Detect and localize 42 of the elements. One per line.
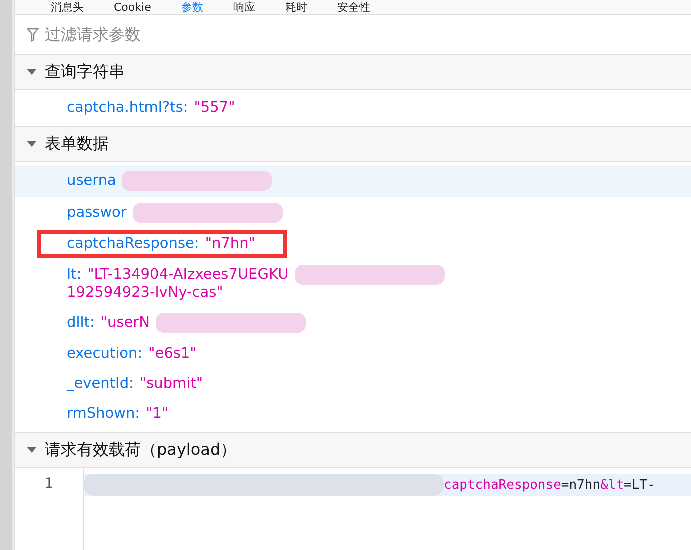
payload-text: captchaResponse=n7hn&lt=LT- [444, 478, 656, 492]
section-title: 查询字符串 [45, 62, 125, 82]
tab[interactable]: 耗时 [279, 0, 314, 14]
tab[interactable]: 安全性 [331, 0, 376, 14]
section-title: 请求有效载荷（payload） [45, 440, 237, 460]
filter-icon [27, 28, 39, 42]
section-header[interactable]: 请求有效载荷（payload） [15, 433, 691, 468]
param-key: lt: [67, 267, 82, 283]
param-row[interactable]: lt: "LT-134904-AIzxees7UEGKU 192594923-lvNy-cas" [15, 259, 691, 307]
param-key: captcha.html?ts: [67, 100, 188, 116]
filter-field[interactable]: 过滤请求参数 [43, 24, 691, 45]
param-value: "submit" [140, 376, 204, 392]
section-header[interactable]: 表单数据 [15, 127, 691, 162]
param-row[interactable]: rmShown: "1" [15, 399, 691, 429]
param-value: "e6s1" [148, 346, 197, 362]
param-key: captchaResponse: [67, 236, 200, 252]
param-value: "1" [146, 406, 169, 422]
param-key: _eventId: [67, 376, 134, 392]
param-row[interactable]: dllt: "userN [15, 307, 691, 339]
section-title: 表单数据 [45, 134, 109, 154]
tab[interactable]: 参数 [175, 0, 210, 14]
tab[interactable]: Cookie [108, 0, 158, 14]
param-key: dllt: [67, 315, 95, 331]
param-row[interactable]: captchaResponse: "n7hn" [15, 229, 691, 259]
param-value: "n7hn" [205, 236, 256, 252]
param-row[interactable]: captcha.html?ts: "557" [15, 93, 691, 123]
param-key: userna [67, 173, 116, 189]
param-row[interactable]: userna [15, 165, 691, 197]
tab[interactable]: 消息头 [45, 0, 90, 14]
param-value: "userN [100, 315, 150, 331]
param-row[interactable]: _eventId: "submit" [15, 369, 691, 399]
param-row[interactable]: execution: "e6s1" [15, 339, 691, 369]
tab[interactable]: 响应 [227, 0, 262, 14]
section-header[interactable]: 查询字符串 [15, 55, 691, 90]
param-key: execution: [67, 346, 143, 362]
param-value: "LT-134904-AIzxees7UEGKU [88, 267, 289, 283]
param-row[interactable]: passwor [15, 197, 691, 229]
param-value: "557" [194, 100, 236, 116]
param-key: rmShown: [67, 406, 140, 422]
line-number: 1 [44, 476, 54, 494]
param-key: passwor [67, 205, 127, 221]
param-value: 192594923-lvNy-cas" [67, 285, 224, 301]
